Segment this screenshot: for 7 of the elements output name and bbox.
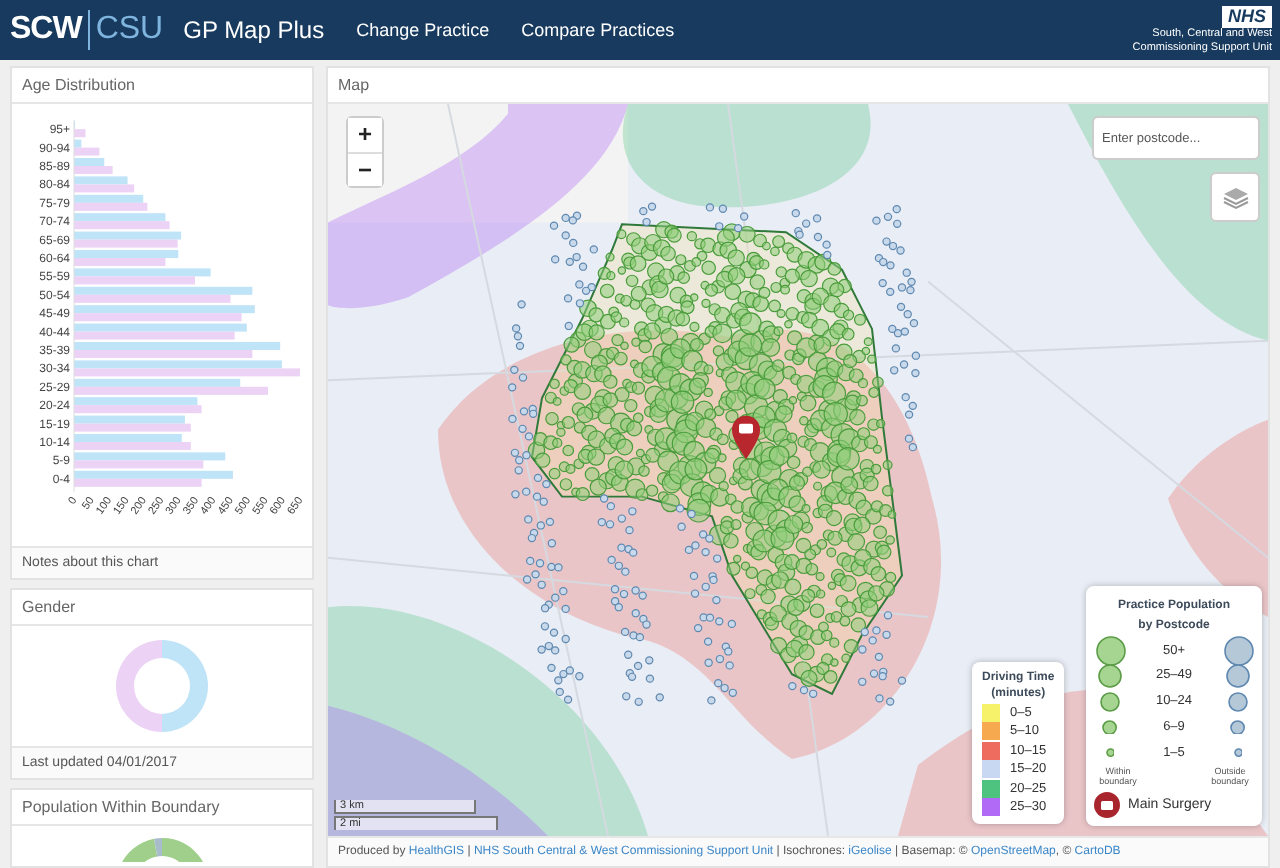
nhs-logo: NHS xyxy=(1221,6,1272,28)
logo-text: SCW xyxy=(10,12,82,48)
panel-title: Population Within Boundary xyxy=(12,790,312,826)
panel-title: Age Distribution xyxy=(12,68,312,104)
app-title: GP Map Plus xyxy=(183,16,325,44)
panel-title: Gender xyxy=(12,590,312,626)
logo-text: CSU xyxy=(95,12,164,48)
